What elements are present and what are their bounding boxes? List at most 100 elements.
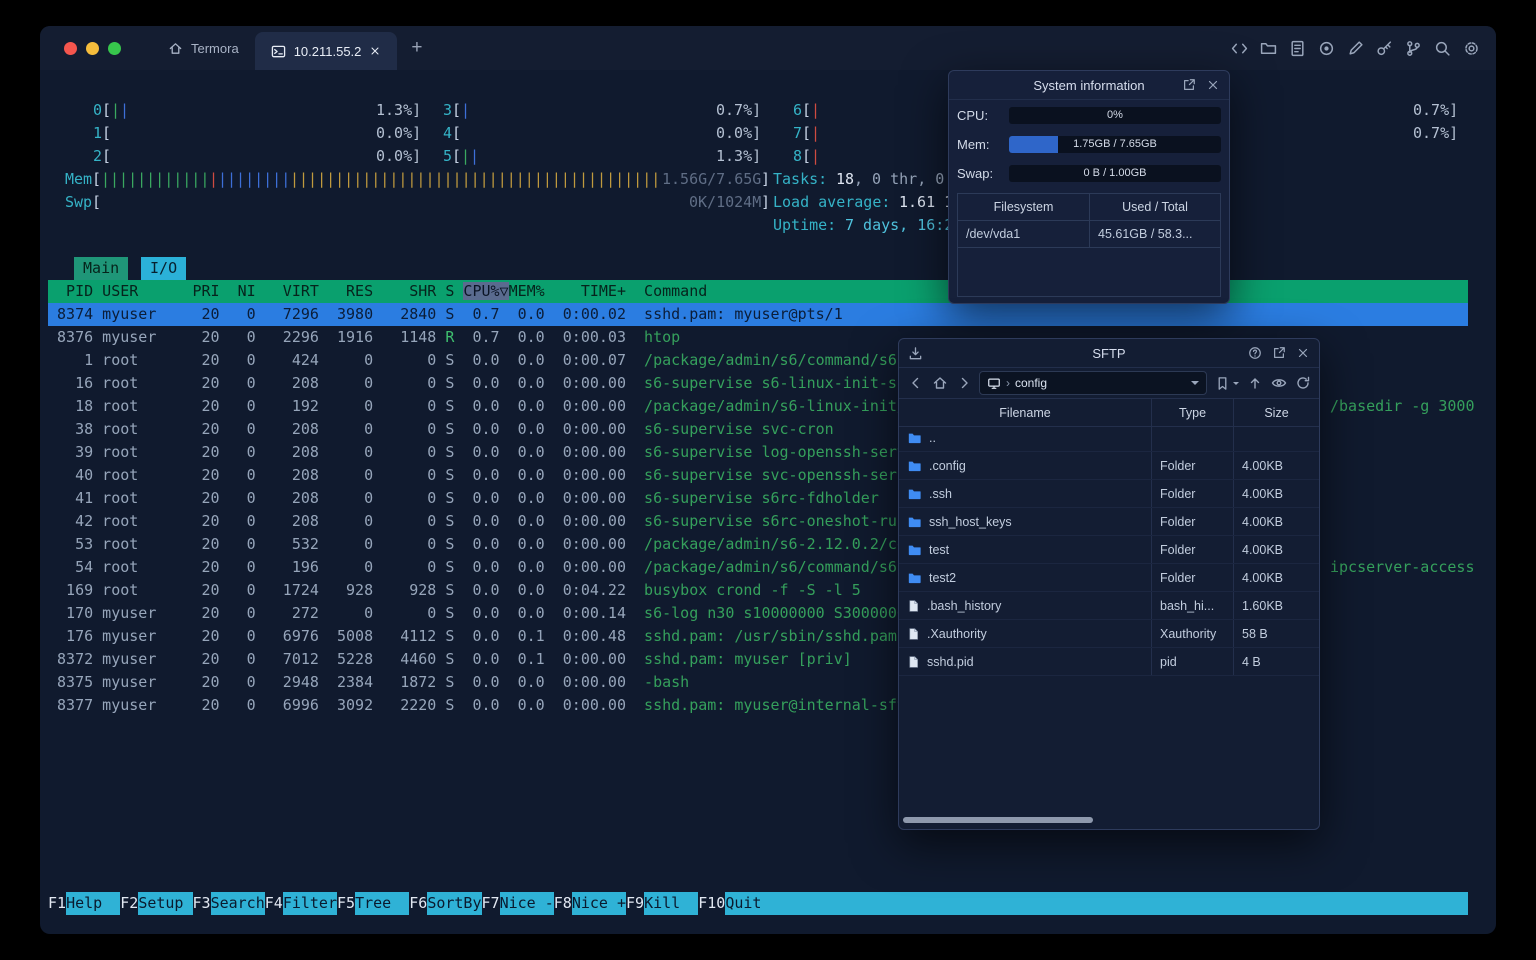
mem-label: Mem:: [957, 137, 990, 152]
help-icon[interactable]: [1247, 346, 1262, 361]
fkey-label-f2[interactable]: Setup: [138, 892, 193, 915]
filesystem-table-header: Filesystem Used / Total: [958, 194, 1220, 221]
fkey-f8[interactable]: F8: [554, 892, 572, 915]
close-icon[interactable]: [1205, 78, 1220, 93]
file-row[interactable]: ssh_host_keys Folder 4.00KB: [899, 508, 1319, 536]
file-type: Folder: [1151, 452, 1233, 479]
folder-icon: [907, 543, 922, 557]
fkey-f9[interactable]: F9: [626, 892, 644, 915]
file-name: test2: [899, 564, 1151, 591]
process-row[interactable]: 8376 myuser 20 0 2296 1916 1148 R 0.7 0.…: [48, 326, 680, 349]
process-table-header[interactable]: PID USER PRI NI VIRT RES SHR S CPU%▽MEM%…: [48, 280, 1468, 303]
refresh-icon[interactable]: [1294, 375, 1311, 392]
file-name: .Xauthority: [899, 620, 1151, 647]
fkey-label-f9[interactable]: Kill: [644, 892, 699, 915]
key-icon[interactable]: [1376, 40, 1393, 57]
file-size: 4.00KB: [1233, 508, 1319, 535]
process-row[interactable]: 169 root 20 0 1724 928 928 S 0.0 0.0 0:0…: [48, 579, 861, 602]
folder-icon[interactable]: [1260, 40, 1277, 57]
download-icon[interactable]: [908, 346, 923, 361]
bookmark-dropdown-chevron-icon[interactable]: [1233, 382, 1239, 388]
file-row[interactable]: .config Folder 4.00KB: [899, 452, 1319, 480]
open-new-icon[interactable]: [1271, 346, 1286, 361]
process-row[interactable]: 170 myuser 20 0 272 0 0 S 0.0 0.0 0:00.1…: [48, 602, 906, 625]
fkey-label-f1[interactable]: Help: [66, 892, 121, 915]
fkey-f7[interactable]: F7: [482, 892, 500, 915]
file-row[interactable]: sshd.pid pid 4 B: [899, 648, 1319, 676]
process-row[interactable]: 8375 myuser 20 0 2948 2384 1872 S 0.0 0.…: [48, 671, 689, 694]
minimize-window-button[interactable]: [86, 41, 99, 55]
tab-ssh-host[interactable]: 10.211.55.2: [254, 32, 398, 70]
fkey-f10[interactable]: F10: [698, 892, 725, 915]
up-icon[interactable]: [1246, 375, 1263, 392]
sftp-header[interactable]: SFTP: [899, 339, 1319, 368]
file-row[interactable]: test Folder 4.00KB: [899, 536, 1319, 564]
horizontal-scrollbar[interactable]: [903, 817, 1093, 823]
code-icon[interactable]: [1231, 40, 1248, 57]
filename-column-header[interactable]: Filename: [899, 399, 1151, 426]
fkey-f1[interactable]: F1: [48, 892, 66, 915]
zoom-window-button[interactable]: [108, 41, 121, 55]
process-row[interactable]: 53 root 20 0 532 0 0 S 0.0 0.0 0:00.00 /…: [48, 533, 906, 556]
process-row[interactable]: 1 root 20 0 424 0 0 S 0.0 0.0 0:00.07 /p…: [48, 349, 906, 372]
system-information-header[interactable]: System information: [949, 71, 1229, 100]
bookmark-icon[interactable]: [1214, 375, 1231, 392]
forward-icon[interactable]: [955, 375, 972, 392]
path-dropdown-chevron-icon[interactable]: [1191, 381, 1199, 389]
fkey-label-f8[interactable]: Nice +: [571, 892, 626, 915]
process-row[interactable]: 176 myuser 20 0 6976 5008 4112 S 0.0 0.1…: [48, 625, 897, 648]
file-row[interactable]: test2 Folder 4.00KB: [899, 564, 1319, 592]
fkey-label-f7[interactable]: Nice -: [499, 892, 554, 915]
new-tab-button[interactable]: +: [397, 26, 436, 70]
terminal-icon: [271, 44, 286, 59]
file-row[interactable]: .bash_history bash_hi... 1.60KB: [899, 592, 1319, 620]
process-row[interactable]: 16 root 20 0 208 0 0 S 0.0 0.0 0:00.00 s…: [48, 372, 906, 395]
fkey-f3[interactable]: F3: [193, 892, 211, 915]
fkey-f5[interactable]: F5: [337, 892, 355, 915]
used-total-column-header: Used / Total: [1089, 194, 1220, 221]
log-icon[interactable]: [1289, 40, 1306, 57]
fkey-f6[interactable]: F6: [409, 892, 427, 915]
close-window-button[interactable]: [64, 41, 77, 55]
file-row[interactable]: .Xauthority Xauthority 58 B: [899, 620, 1319, 648]
htop-tab-main[interactable]: Main: [74, 257, 129, 280]
fkey-label-f10[interactable]: Quit: [725, 892, 1468, 915]
record-icon[interactable]: [1318, 40, 1335, 57]
settings-icon[interactable]: [1463, 40, 1480, 57]
process-row[interactable]: 41 root 20 0 208 0 0 S 0.0 0.0 0:00.00 s…: [48, 487, 879, 510]
size-column-header[interactable]: Size: [1233, 399, 1319, 426]
path-bar[interactable]: › config: [979, 371, 1207, 395]
process-row[interactable]: 40 root 20 0 208 0 0 S 0.0 0.0 0:00.00 s…: [48, 464, 897, 487]
process-row[interactable]: 54 root 20 0 196 0 0 S 0.0 0.0 0:00.00 /…: [48, 556, 906, 579]
process-row[interactable]: 42 root 20 0 208 0 0 S 0.0 0.0 0:00.00 s…: [48, 510, 906, 533]
home-icon[interactable]: [931, 375, 948, 392]
close-tab-icon[interactable]: [369, 45, 381, 57]
file-row[interactable]: ..: [899, 424, 1319, 452]
filesystem-row[interactable]: /dev/vda1 45.61GB / 58.3...: [958, 221, 1220, 248]
file-row[interactable]: .ssh Folder 4.00KB: [899, 480, 1319, 508]
fkey-label-f4[interactable]: Filter: [282, 892, 337, 915]
htop-tab-io[interactable]: I/O: [141, 257, 187, 280]
fkey-label-f3[interactable]: Search: [210, 892, 265, 915]
search-icon[interactable]: [1434, 40, 1451, 57]
eye-icon[interactable]: [1270, 375, 1287, 392]
branch-icon[interactable]: [1405, 40, 1422, 57]
process-row[interactable]: 38 root 20 0 208 0 0 S 0.0 0.0 0:00.00 s…: [48, 418, 834, 441]
process-row[interactable]: 8374 myuser 20 0 7296 3980 2840 S 0.7 0.…: [48, 303, 1468, 326]
htop-function-key-bar[interactable]: F1 Help F2 Setup F3 Search F4 Filter F5 Tree F6…: [48, 892, 1468, 915]
open-new-icon[interactable]: [1181, 78, 1196, 93]
process-row[interactable]: 8377 myuser 20 0 6996 3092 2220 S 0.0 0.…: [48, 694, 906, 717]
fkey-label-f6[interactable]: SortBy: [427, 892, 482, 915]
process-row[interactable]: 39 root 20 0 208 0 0 S 0.0 0.0 0:00.00 s…: [48, 441, 906, 464]
process-row[interactable]: 8372 myuser 20 0 7012 5228 4460 S 0.0 0.…: [48, 648, 852, 671]
type-column-header[interactable]: Type: [1151, 399, 1233, 426]
process-row[interactable]: 18 root 20 0 192 0 0 S 0.0 0.0 0:00.00 /…: [48, 395, 906, 418]
fkey-f2[interactable]: F2: [120, 892, 138, 915]
edit-icon[interactable]: [1347, 40, 1364, 57]
close-icon[interactable]: [1295, 346, 1310, 361]
fkey-label-f5[interactable]: Tree: [355, 892, 410, 915]
tab-termora[interactable]: Termora: [152, 26, 255, 70]
fkey-f4[interactable]: F4: [265, 892, 283, 915]
back-icon[interactable]: [907, 375, 924, 392]
cpu-label: CPU:: [957, 108, 989, 123]
